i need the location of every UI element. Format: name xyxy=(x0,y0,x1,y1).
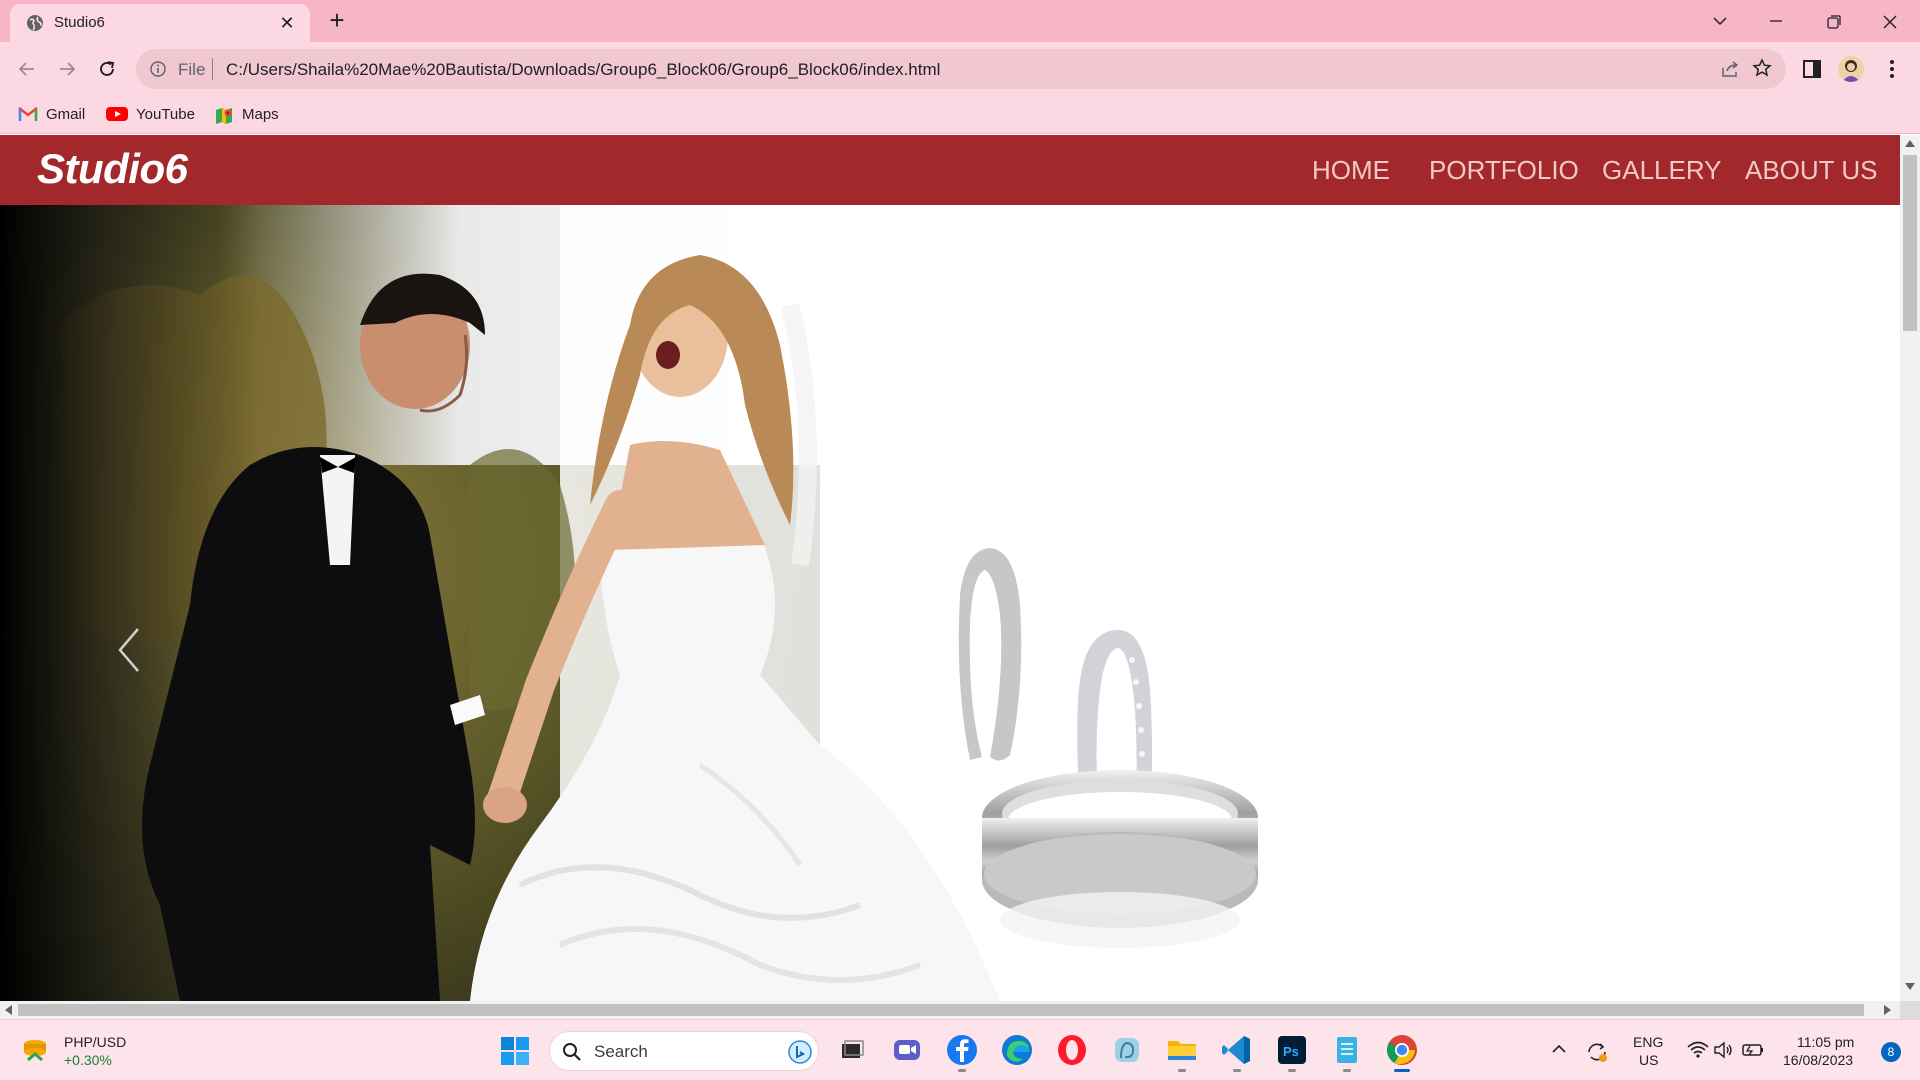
nav-home[interactable]: HOME xyxy=(1312,155,1390,186)
carousel-prev-icon[interactable] xyxy=(114,625,144,675)
wedding-rings-image xyxy=(982,629,1258,948)
horizontal-scroll-thumb[interactable] xyxy=(18,1004,1864,1016)
tab-search-chevron-icon[interactable] xyxy=(1700,6,1740,36)
bookmark-gmail[interactable]: Gmail xyxy=(18,105,88,125)
reload-icon[interactable] xyxy=(92,54,122,84)
maps-icon xyxy=(216,108,232,124)
opera-icon[interactable] xyxy=(1054,1032,1090,1068)
active-indicator xyxy=(1394,1069,1410,1072)
page-viewport: Studio6 HOME PORTFOLIO GALLERY ABOUT US xyxy=(0,135,1920,1001)
vscode-icon[interactable] xyxy=(1219,1032,1255,1072)
chrome-icon[interactable] xyxy=(1384,1032,1420,1072)
share-icon[interactable] xyxy=(1720,59,1740,79)
task-view-icon[interactable] xyxy=(834,1032,870,1068)
input-language[interactable]: ENG xyxy=(1633,1034,1663,1050)
running-indicator xyxy=(1288,1069,1296,1072)
youtube-icon xyxy=(106,107,128,121)
back-icon[interactable] xyxy=(12,54,42,84)
svg-text:Ps: Ps xyxy=(1283,1044,1299,1059)
restore-icon[interactable] xyxy=(1814,6,1854,36)
clock-time[interactable]: 11:05 pm xyxy=(1797,1034,1854,1050)
tab-title: Studio6 xyxy=(54,14,105,31)
bookmark-label: Maps xyxy=(242,106,279,123)
address-url[interactable]: C:/Users/Shaila%20Mae%20Bautista/Downloa… xyxy=(226,60,940,80)
bing-icon[interactable] xyxy=(788,1040,812,1064)
search-icon xyxy=(563,1043,581,1061)
browser-tab-bar: Studio6 ✕ + xyxy=(0,0,1920,42)
close-window-icon[interactable] xyxy=(1870,6,1910,36)
profile-avatar[interactable] xyxy=(1838,56,1864,82)
bookmark-maps[interactable]: Maps xyxy=(214,105,294,125)
windows-taskbar: PHP/USD +0.30% Search Ps ENG US 11:05 pm… xyxy=(0,1019,1920,1080)
globe-icon xyxy=(27,15,43,31)
browser-toolbar: File C:/Users/Shaila%20Mae%20Bautista/Do… xyxy=(0,42,1920,96)
nav-about-us[interactable]: ABOUT US xyxy=(1745,155,1877,186)
side-panel-icon[interactable] xyxy=(1802,59,1822,79)
notepad-icon[interactable] xyxy=(1329,1032,1365,1072)
nav-gallery[interactable]: GALLERY xyxy=(1602,155,1721,186)
sync-icon[interactable] xyxy=(1585,1040,1609,1064)
bookmarks-bar: Gmail YouTube Maps xyxy=(0,96,1920,134)
input-region[interactable]: US xyxy=(1639,1052,1658,1068)
running-indicator xyxy=(1178,1069,1186,1072)
bookmark-star-icon[interactable] xyxy=(1752,58,1772,78)
taskbar-search[interactable]: Search xyxy=(549,1031,819,1071)
notification-badge[interactable]: 8 xyxy=(1881,1042,1901,1062)
new-tab-button[interactable]: + xyxy=(324,7,350,34)
search-placeholder: Search xyxy=(594,1042,648,1061)
battery-icon[interactable] xyxy=(1741,1042,1765,1058)
address-scheme: File xyxy=(178,60,206,79)
address-bar[interactable]: File C:/Users/Shaila%20Mae%20Bautista/Do… xyxy=(136,49,1786,89)
address-separator xyxy=(212,58,213,80)
gmail-icon xyxy=(18,107,38,121)
photos-icon[interactable] xyxy=(1109,1032,1145,1068)
nav-portfolio[interactable]: PORTFOLIO xyxy=(1429,155,1579,186)
site-info-icon[interactable] xyxy=(150,61,166,77)
site-navbar: Studio6 HOME PORTFOLIO GALLERY ABOUT US xyxy=(0,135,1900,205)
hidden-icons-chevron-icon[interactable] xyxy=(1551,1042,1567,1056)
running-indicator xyxy=(958,1069,966,1072)
vertical-scrollbar[interactable] xyxy=(1900,135,1920,1001)
currency-widget[interactable]: PHP/USD +0.30% xyxy=(20,1032,180,1072)
widget-title: PHP/USD xyxy=(64,1034,127,1050)
facebook-icon[interactable] xyxy=(944,1032,980,1072)
photoshop-icon[interactable]: Ps xyxy=(1274,1032,1310,1072)
hero-wedding-image xyxy=(0,205,1022,1001)
bookmark-youtube[interactable]: YouTube xyxy=(106,105,196,125)
minimize-icon[interactable] xyxy=(1756,6,1796,36)
browser-tab[interactable]: Studio6 ✕ xyxy=(10,4,310,42)
clock-date[interactable]: 16/08/2023 xyxy=(1783,1052,1853,1068)
site-logo[interactable]: Studio6 xyxy=(37,145,188,193)
meet-icon[interactable] xyxy=(889,1032,925,1068)
forward-icon[interactable] xyxy=(52,54,82,84)
bookmark-label: Gmail xyxy=(46,106,86,123)
horizontal-scrollbar[interactable] xyxy=(0,1001,1900,1019)
hero-carousel xyxy=(0,205,1900,1001)
running-indicator xyxy=(1343,1069,1351,1072)
edge-icon[interactable] xyxy=(999,1032,1035,1068)
volume-icon[interactable] xyxy=(1713,1040,1735,1060)
windows-start-icon[interactable] xyxy=(500,1036,530,1066)
tab-close-icon[interactable]: ✕ xyxy=(276,12,298,34)
folder-icon[interactable] xyxy=(1164,1032,1200,1072)
wifi-icon[interactable] xyxy=(1687,1040,1709,1060)
running-indicator xyxy=(1233,1069,1241,1072)
widget-change: +0.30% xyxy=(64,1052,112,1068)
coins-icon xyxy=(24,1040,46,1062)
scrollbar-corner xyxy=(1900,1001,1920,1019)
more-menu-icon[interactable] xyxy=(1884,56,1900,82)
bookmark-label: YouTube xyxy=(136,106,195,123)
vertical-scroll-thumb[interactable] xyxy=(1903,155,1917,331)
